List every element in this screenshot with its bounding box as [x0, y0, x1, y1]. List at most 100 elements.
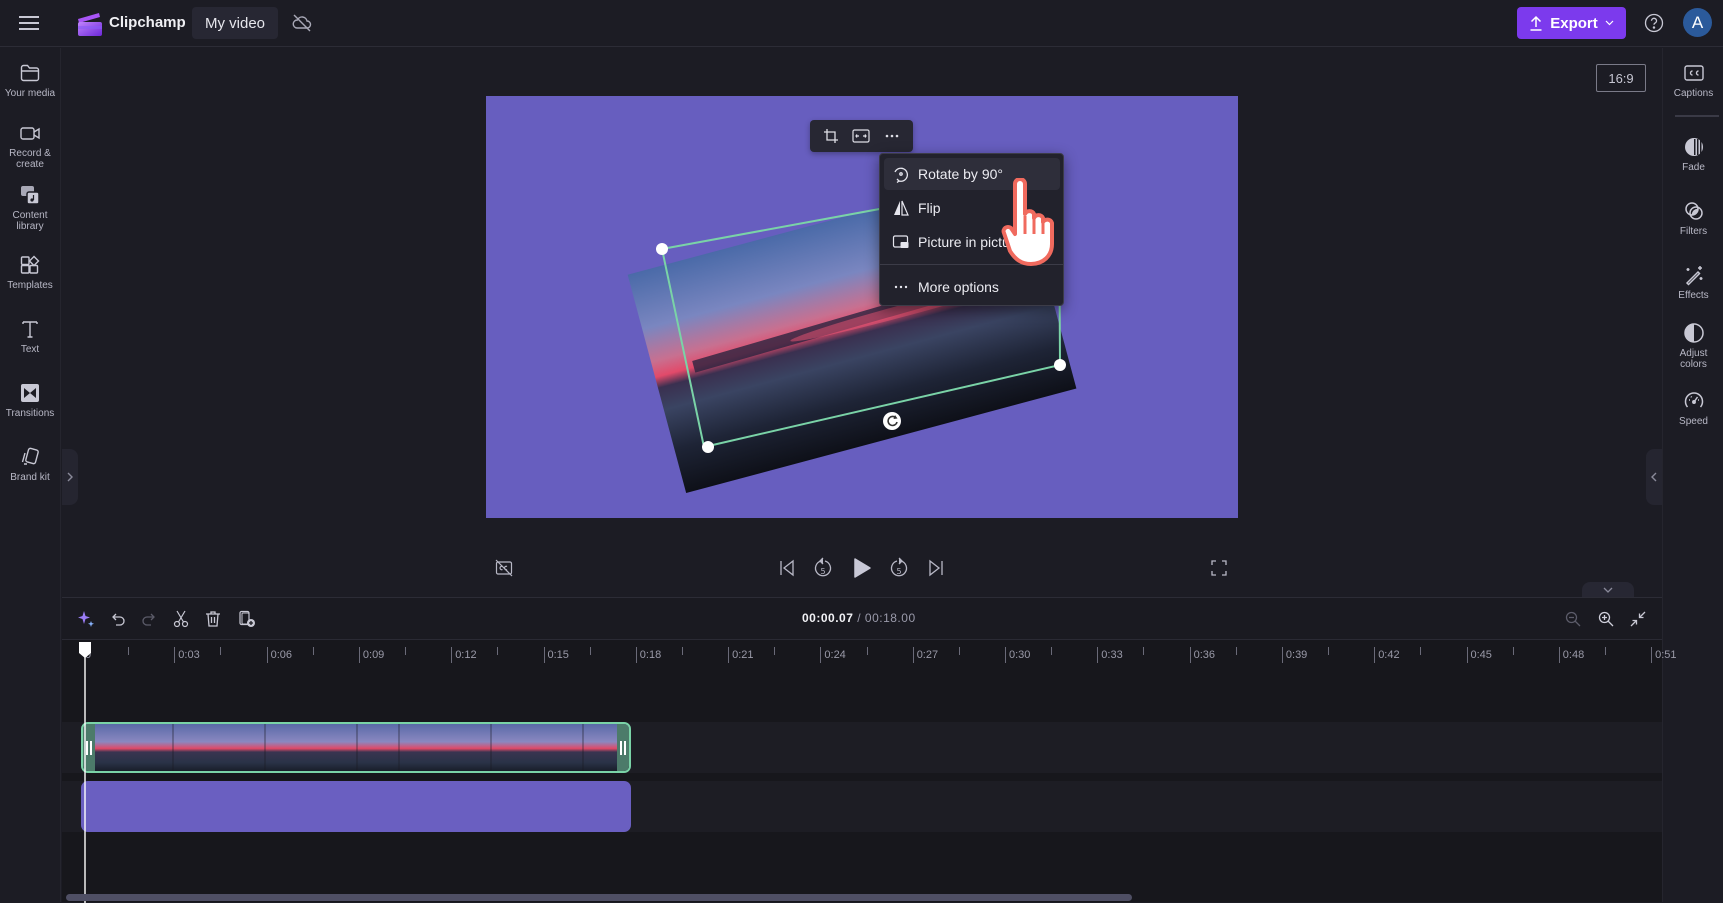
- redo-icon[interactable]: [138, 608, 160, 630]
- rotate-handle-icon[interactable]: [883, 412, 901, 430]
- ruler-tick-minor: [1051, 647, 1053, 655]
- sidebar-item-your-media[interactable]: Your media: [0, 62, 60, 99]
- crop-icon[interactable]: [819, 124, 843, 148]
- timeline-scrollbar[interactable]: [66, 894, 1132, 901]
- ruler-tick-label: 0:03: [174, 647, 200, 663]
- sidebar-item-fade[interactable]: Fade: [1663, 136, 1723, 173]
- ai-sparkle-icon[interactable]: [75, 608, 97, 630]
- resize-handle[interactable]: [702, 441, 714, 453]
- ruler-tick-label: 0:39: [1281, 647, 1307, 663]
- filters-icon: [1684, 202, 1703, 220]
- ruler-tick-label: 0:36: [1189, 647, 1215, 663]
- ruler-tick-label: 0:15: [543, 647, 569, 663]
- menu-item-flip[interactable]: Flip: [884, 192, 1060, 224]
- sidebar-label: Templates: [7, 280, 53, 291]
- grip-icon: [620, 740, 626, 755]
- speed-icon: [1684, 392, 1703, 408]
- picture-in-picture-icon: [892, 235, 909, 248]
- ruler-tick-minor: [1604, 647, 1606, 655]
- menu-divider: [880, 264, 1063, 265]
- skip-forward-icon[interactable]: [924, 556, 948, 580]
- clip-trim-handle-right[interactable]: [617, 724, 629, 771]
- sidebar-item-record-create[interactable]: Record & create: [0, 122, 60, 170]
- export-button[interactable]: Export: [1517, 7, 1626, 39]
- ruler-tick-label: 0:21: [728, 647, 754, 663]
- resize-handle[interactable]: [1054, 359, 1066, 371]
- menu-item-picture-in-picture[interactable]: Picture in picture: [884, 226, 1060, 258]
- brand-kit-icon: [21, 447, 39, 465]
- ruler-tick-minor: [1328, 647, 1330, 655]
- aspect-ratio-button[interactable]: 16:9: [1596, 64, 1646, 92]
- sidebar-item-speed[interactable]: Speed: [1663, 390, 1723, 427]
- sidebar-item-effects[interactable]: Effects: [1663, 264, 1723, 301]
- fit-icon[interactable]: [849, 124, 873, 148]
- rewind-5-icon[interactable]: 5: [811, 556, 835, 580]
- sidebar-divider: [1675, 115, 1719, 117]
- sidebar-label: Transitions: [5, 408, 55, 419]
- fullscreen-icon[interactable]: [1207, 556, 1231, 580]
- ruler-tick-label: 0:12: [451, 647, 477, 663]
- video-clip[interactable]: [81, 722, 631, 773]
- zoom-in-icon[interactable]: [1595, 608, 1617, 630]
- menu-item-label: Flip: [918, 200, 941, 216]
- sidebar-item-filters[interactable]: Filters: [1663, 200, 1723, 237]
- help-icon[interactable]: [1644, 13, 1664, 33]
- add-to-timeline-icon[interactable]: [236, 608, 258, 630]
- delete-icon[interactable]: [202, 608, 224, 630]
- preview-canvas[interactable]: [486, 96, 1238, 518]
- sidebar-item-captions[interactable]: Captions: [1663, 62, 1723, 99]
- menu-item-rotate[interactable]: Rotate by 90°: [884, 158, 1060, 190]
- zoom-out-icon[interactable]: [1562, 608, 1584, 630]
- text-icon: [22, 321, 38, 338]
- ruler-tick-minor: [866, 647, 868, 655]
- ruler-tick-minor: [312, 647, 314, 655]
- captions-off-icon[interactable]: [492, 556, 516, 580]
- project-title[interactable]: My video: [192, 7, 278, 39]
- chevron-left-icon: [1651, 472, 1657, 482]
- sidebar-item-templates[interactable]: Templates: [0, 254, 60, 291]
- playhead[interactable]: [78, 641, 92, 903]
- sidebar-item-brand-kit[interactable]: Brand kit: [0, 446, 60, 483]
- menu-item-more-options[interactable]: More options: [884, 271, 1060, 303]
- top-bar: Clipchamp My video Export A: [0, 0, 1723, 47]
- sidebar-item-content-library[interactable]: Content library: [0, 184, 60, 232]
- ruler-tick-minor: [128, 647, 130, 655]
- sidebar-item-transitions[interactable]: Transitions: [0, 382, 60, 419]
- sidebar-label: Filters: [1679, 226, 1708, 237]
- sidebar-label: Effects: [1678, 290, 1709, 301]
- play-icon[interactable]: [850, 556, 874, 580]
- sidebar-label: Brand kit: [10, 472, 50, 483]
- fit-timeline-icon[interactable]: [1627, 608, 1649, 630]
- ruler-tick-label: 0:45: [1466, 647, 1492, 663]
- current-time: 00:00.07: [802, 611, 854, 625]
- expand-right-panel-button[interactable]: [1646, 449, 1662, 505]
- timeline-ruler[interactable]: 00:030:060:090:120:150:180:210:240:270:3…: [62, 641, 1677, 671]
- sidebar-label: Adjust colors: [1679, 348, 1708, 370]
- more-icon[interactable]: [880, 124, 904, 148]
- ruler-tick-minor: [1143, 647, 1145, 655]
- avatar[interactable]: A: [1683, 8, 1712, 37]
- timecode: 00:00.07 / 00:18.00: [802, 611, 916, 625]
- collapse-timeline-button[interactable]: [1582, 582, 1634, 598]
- ruler-tick-minor: [589, 647, 591, 655]
- chevron-down-icon: [1605, 20, 1614, 26]
- expand-left-panel-button[interactable]: [62, 449, 78, 505]
- flip-icon: [894, 200, 909, 216]
- split-icon[interactable]: [170, 608, 192, 630]
- cloud-off-icon[interactable]: [291, 12, 313, 34]
- skip-back-icon[interactable]: [775, 556, 799, 580]
- camera-icon: [20, 127, 40, 140]
- undo-icon[interactable]: [107, 608, 129, 630]
- ruler-tick-label: 0:30: [1005, 647, 1030, 663]
- sidebar-item-adjust-colors[interactable]: Adjust colors: [1663, 322, 1723, 370]
- selected-media[interactable]: [486, 96, 1238, 518]
- resize-handle[interactable]: [656, 243, 668, 255]
- ruler-tick-minor: [497, 647, 499, 655]
- menu-item-label: Rotate by 90°: [918, 166, 1003, 182]
- chevron-right-icon: [67, 472, 73, 482]
- background-color-clip[interactable]: [81, 781, 631, 832]
- ruler-tick-minor: [405, 647, 407, 655]
- sidebar-item-text[interactable]: Text: [0, 318, 60, 355]
- forward-5-icon[interactable]: 5: [887, 556, 911, 580]
- menu-icon[interactable]: [18, 13, 42, 33]
